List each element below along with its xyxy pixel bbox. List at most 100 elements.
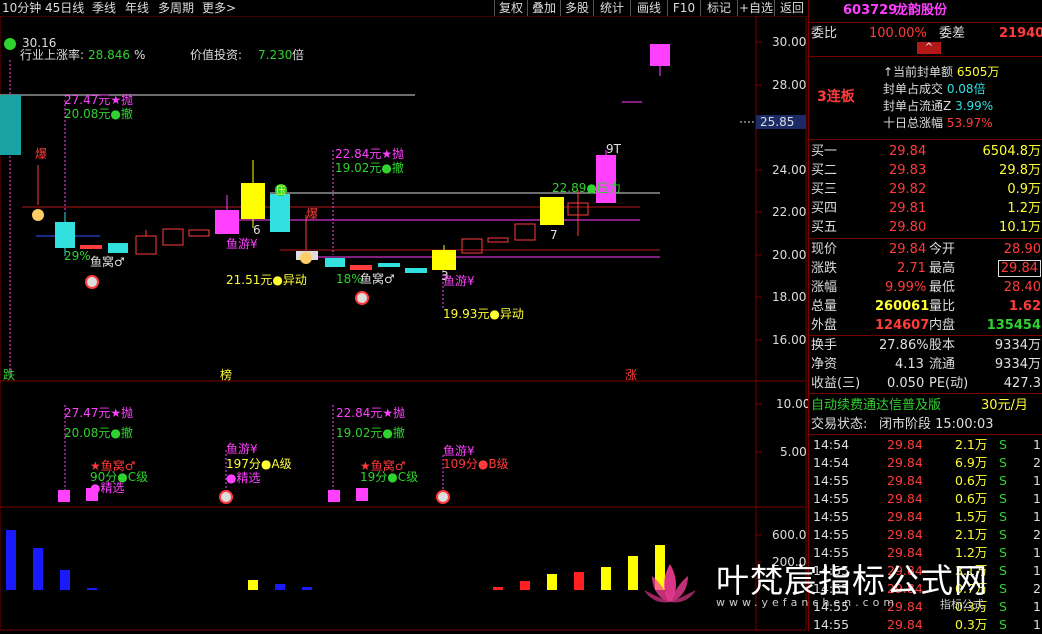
tick-count: 2 (1033, 455, 1041, 470)
period-year-tab[interactable]: 年线 (125, 0, 149, 16)
restore-rights-button[interactable]: 复权 (494, 0, 527, 16)
tick-side: S (999, 617, 1007, 632)
add-favorite-button[interactable]: +自选 (737, 0, 774, 16)
tick-side: S (999, 509, 1007, 524)
candle (108, 243, 128, 253)
stat-label: 换手 (811, 338, 838, 353)
promo-price[interactable]: 30元/月 (981, 396, 1028, 415)
stat-row: 现价 29.84 今开 28.90 (809, 240, 1042, 259)
multi-stock-button[interactable]: 多股 (560, 0, 593, 16)
candle (270, 194, 290, 232)
stat-label: 涨跌 (811, 261, 838, 276)
stat-value: 0.050 (887, 376, 925, 391)
overlay-button[interactable]: 叠加 (527, 0, 560, 16)
promo-row[interactable]: 自动续费通达信普及版 30元/月 (809, 396, 1042, 415)
divider (809, 139, 1042, 140)
annotation: ●精选 (226, 471, 260, 485)
annotation: 29% (64, 249, 91, 263)
tick-volume: 3.1万 (955, 563, 988, 578)
money-bag-icon (32, 209, 44, 221)
candle (188, 229, 210, 237)
tick-price: 29.84 (887, 617, 923, 632)
annotation: 鱼窝♂ (360, 271, 395, 286)
tick-volume: 1.5万 (955, 509, 988, 524)
tick-time: 14:55 (813, 491, 850, 506)
annotation: 22.84元★抛 (335, 146, 404, 161)
status-row: 交易状态: 闭市阶段 15:00:03 (809, 415, 1042, 434)
annotation: 20.08元●撤 (64, 106, 133, 121)
back-button[interactable]: 返回 (774, 0, 809, 16)
tick-row: 14:55 29.84 2.1万 S 2 (809, 526, 1042, 544)
weibi-value: 100.00% (869, 26, 927, 41)
period-season-tab[interactable]: 季线 (92, 0, 116, 16)
more-menu[interactable]: 更多> (202, 0, 236, 16)
seal-info-row: 封单占流通Z 3.99% (883, 98, 999, 115)
period-10min-tab[interactable]: 10分钟 (2, 0, 41, 16)
stat-value: 28.90 (1003, 242, 1041, 257)
collapse-chevron-icon[interactable]: ^ (917, 42, 941, 54)
seal-info-row: 十日总涨幅 53.97% (883, 115, 999, 132)
annotation: 19.02元●撤 (335, 160, 404, 175)
mark-button[interactable]: 标记 (700, 0, 737, 16)
tick-volume: 0.3万 (955, 617, 988, 632)
annotation: ●精选 (90, 481, 124, 495)
volume-bar (493, 587, 503, 590)
seal-label: ↑当前封单额 (883, 65, 954, 79)
f10-button[interactable]: F10 (667, 0, 700, 16)
multi-period-tab[interactable]: 多周期 (158, 0, 194, 16)
candle (432, 250, 456, 270)
tick-time: 14:55 (813, 599, 850, 614)
volume-bar (302, 587, 312, 590)
annotation: 爆 (306, 207, 318, 221)
streak-label: 3连板 (817, 89, 855, 105)
period-45day-tab[interactable]: 45日线 (45, 0, 84, 16)
stat-label: 现价 (811, 242, 838, 257)
stat-label: 收益(三) (811, 376, 861, 391)
tick-price: 29.84 (887, 527, 923, 542)
bid-row: 买三 29.82 0.9万 (809, 180, 1042, 199)
candle (650, 44, 670, 66)
stock-title-row: 603729 龙韵股份 (809, 0, 1042, 22)
tick-count: 1 (1033, 599, 1041, 614)
bid-row: 买一 29.84 6504.8万 (809, 142, 1042, 161)
seal-label: 封单占成交 (883, 82, 944, 96)
kline-chart[interactable]: 30.00 28.00 24.00 22.00 20.00 18.00 16.0… (0, 16, 808, 631)
seal-value: 53.97% (946, 116, 993, 130)
bid-price: 29.83 (889, 163, 927, 178)
bottom-markers: 跌 榜 涨 (3, 367, 637, 382)
annotation: 6 (253, 223, 261, 237)
annotation: 197分●A级 (226, 457, 292, 471)
tick-side: S (999, 599, 1007, 614)
tick-time: 14:55 (813, 509, 850, 524)
divider (809, 393, 1042, 394)
chart-header: 30.16 行业上涨率: 28.846 % 价值投资: 7.230 倍 (4, 36, 304, 62)
value-unit: 倍 (292, 47, 304, 62)
bid-label: 买一 (811, 144, 838, 159)
y-label: 20.00 (772, 248, 806, 262)
promo-text[interactable]: 自动续费通达信普及版 (811, 396, 941, 415)
y-label: 24.00 (772, 163, 806, 177)
weicha-label: 委差 (939, 26, 966, 41)
stat-label: 今开 (929, 242, 956, 257)
tick-side: S (999, 563, 1007, 578)
bid-volume: 0.9万 (1007, 182, 1041, 197)
seal-info-block: ↑当前封单额 6505万 封单占成交 0.08倍 封单占流通Z 3.99% 十日… (883, 64, 999, 132)
price-marker-icon (4, 38, 16, 50)
bid-volume: 10.1万 (999, 220, 1041, 235)
tick-row: 14:55 29.84 0.3万 S 1 (809, 616, 1042, 634)
annotation: 20.08元●撤 (64, 425, 133, 440)
tick-count: 1 (1033, 491, 1041, 506)
marker: 跌 (3, 367, 15, 382)
seal-label: 封单占流通Z (883, 99, 952, 113)
draw-line-button[interactable]: 画线 (630, 0, 667, 16)
candle (162, 228, 184, 246)
stat-label: 股本 (929, 338, 956, 353)
divider (809, 238, 1042, 239)
stat-value: 9334万 (994, 357, 1041, 372)
statistics-button[interactable]: 统计 (593, 0, 630, 16)
tick-side: S (999, 545, 1007, 560)
value-value: 7.230 (258, 48, 292, 62)
candle (378, 263, 400, 267)
tick-row: 14:55 29.84 0.3万 S 1 (809, 598, 1042, 616)
annotation: 爆 (35, 147, 47, 161)
